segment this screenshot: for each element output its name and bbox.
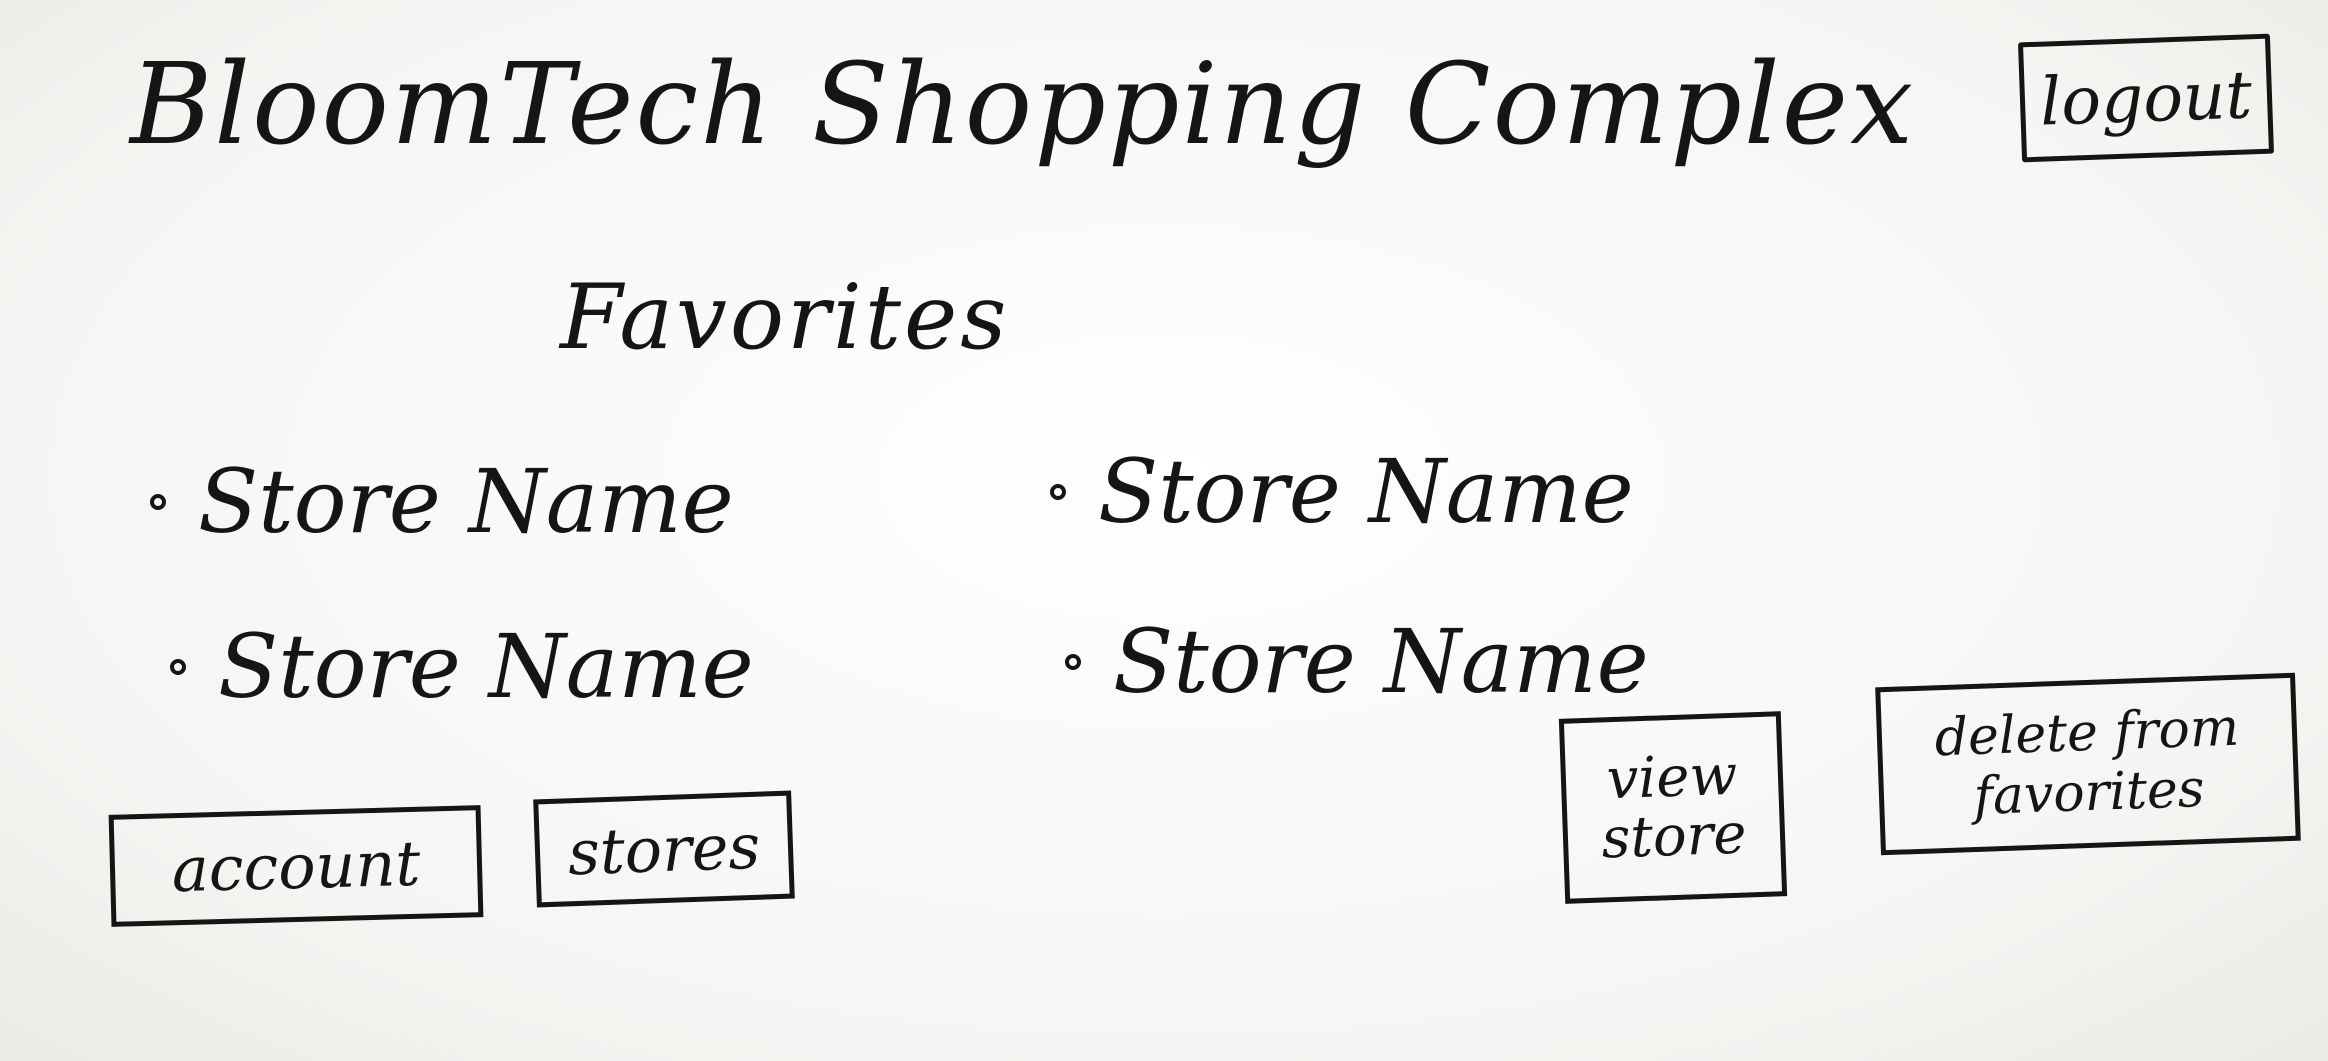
store-name: Store Name: [218, 615, 754, 718]
account-button[interactable]: account: [108, 805, 484, 927]
favorite-store-item[interactable]: Store Name: [170, 615, 754, 718]
delete-from-favorites-button[interactable]: delete from favorites: [1875, 672, 2301, 856]
logout-button[interactable]: logout: [2017, 33, 2275, 163]
bullet-icon: [150, 493, 166, 510]
delete-from-favorites-label: delete from favorites: [1933, 697, 2241, 827]
sketch-page: BloomTech Shopping Complex logout Favori…: [0, 0, 2328, 1061]
favorite-store-item[interactable]: Store Name: [1050, 440, 1634, 543]
stores-button[interactable]: stores: [533, 790, 795, 908]
page-title: BloomTech Shopping Complex: [130, 40, 1916, 170]
bullet-icon: [1065, 653, 1081, 670]
favorite-store-item[interactable]: Store Name: [1065, 610, 1649, 713]
bullet-icon: [1050, 483, 1066, 500]
favorite-store-item[interactable]: Store Name: [150, 450, 734, 553]
view-store-button[interactable]: view store: [1558, 711, 1788, 904]
favorites-heading: Favorites: [560, 265, 1010, 370]
store-name: Store Name: [1113, 610, 1649, 713]
bullet-icon: [170, 658, 186, 675]
view-store-label: view store: [1600, 742, 1748, 871]
store-name: Store Name: [198, 450, 734, 553]
store-name: Store Name: [1098, 440, 1634, 543]
